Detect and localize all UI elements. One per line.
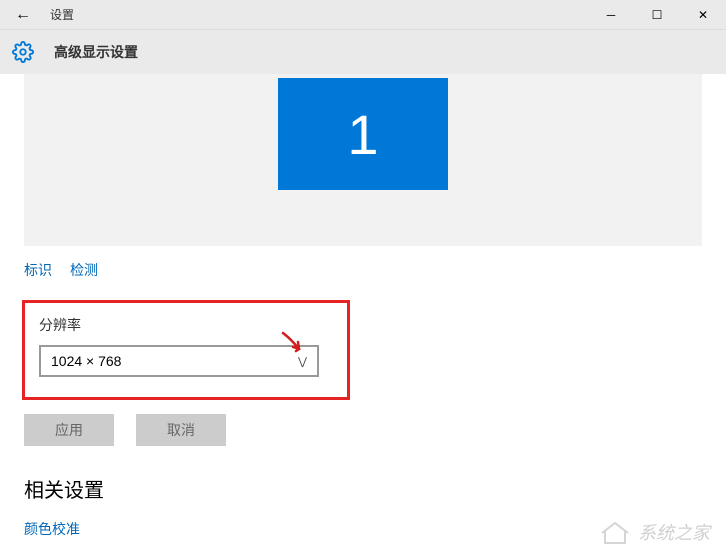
header-bar: 高级显示设置 <box>0 30 726 74</box>
chevron-down-icon: ⋁ <box>298 355 307 368</box>
monitor-tile-1[interactable]: 1 <box>278 78 448 190</box>
content-area: 1 标识 检测 分辨率 1024 × 768 ⋁ 应用 取消 相关设置 颜色校准 <box>0 74 726 539</box>
gear-icon <box>12 41 34 63</box>
apply-button[interactable]: 应用 <box>24 414 114 446</box>
monitor-preview: 1 <box>24 74 702 246</box>
detect-link[interactable]: 检测 <box>70 260 98 280</box>
back-button[interactable]: ← <box>0 0 46 30</box>
maximize-icon: ☐ <box>652 8 663 22</box>
window-title: 设置 <box>50 6 74 23</box>
link-row: 标识 检测 <box>24 260 702 280</box>
identify-link[interactable]: 标识 <box>24 260 52 280</box>
page-title: 高级显示设置 <box>54 42 138 62</box>
back-arrow-icon: ← <box>15 6 31 24</box>
watermark-text: 系统之家 <box>638 519 710 545</box>
titlebar: ← 设置 ─ ☐ ✕ <box>0 0 726 30</box>
monitor-number: 1 <box>347 102 378 167</box>
close-icon: ✕ <box>698 8 708 22</box>
minimize-button[interactable]: ─ <box>588 0 634 30</box>
resolution-dropdown[interactable]: 1024 × 768 ⋁ <box>39 345 319 377</box>
resolution-value: 1024 × 768 <box>51 353 121 369</box>
button-row: 应用 取消 <box>24 414 702 446</box>
house-icon <box>598 519 632 545</box>
close-button[interactable]: ✕ <box>680 0 726 30</box>
maximize-button[interactable]: ☐ <box>634 0 680 30</box>
resolution-label: 分辨率 <box>39 315 333 335</box>
watermark: 系统之家 <box>598 519 710 545</box>
related-settings-heading: 相关设置 <box>24 474 702 503</box>
minimize-icon: ─ <box>607 8 616 22</box>
window-controls: ─ ☐ ✕ <box>588 0 726 30</box>
resolution-highlight-box: 分辨率 1024 × 768 ⋁ <box>22 300 350 400</box>
cancel-button[interactable]: 取消 <box>136 414 226 446</box>
